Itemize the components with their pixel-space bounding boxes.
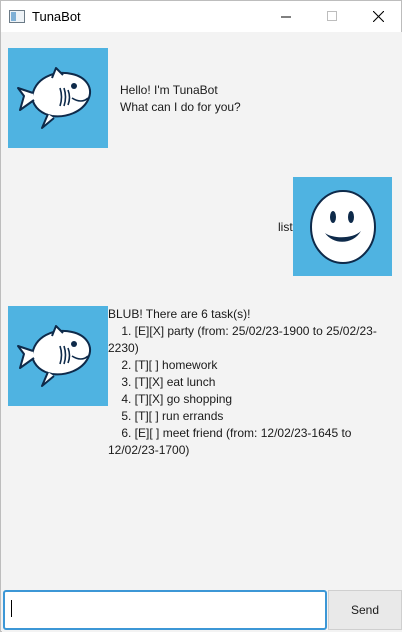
user-input[interactable] xyxy=(3,590,327,630)
minimize-button[interactable] xyxy=(263,1,309,32)
bot-avatar xyxy=(8,306,108,406)
bot-avatar xyxy=(8,48,108,148)
user-avatar xyxy=(293,177,392,276)
bot-message-text: Hello! I'm TunaBot What can I do for you… xyxy=(120,83,241,114)
bot-message-text: BLUB! There are 6 task(s)! 1. [E][X] par… xyxy=(108,307,377,457)
close-icon xyxy=(373,11,384,22)
send-button[interactable]: Send xyxy=(328,590,402,630)
maximize-button[interactable] xyxy=(309,1,355,32)
title-bar: TunaBot xyxy=(1,1,401,32)
text-caret xyxy=(11,600,12,617)
fish-icon xyxy=(17,67,91,129)
minimize-icon xyxy=(281,16,291,18)
fish-icon xyxy=(17,325,91,387)
input-bar: Send xyxy=(2,588,402,632)
dialog-container[interactable]: Hello! I'm TunaBot What can I do for you… xyxy=(2,32,402,588)
app-icon xyxy=(9,10,25,23)
window-title: TunaBot xyxy=(32,9,81,24)
smiley-face-icon xyxy=(310,190,376,264)
close-button[interactable] xyxy=(355,1,401,32)
app-window: TunaBot Hello! I'm TunaBot What can I do… xyxy=(0,0,402,632)
user-message-text: list xyxy=(278,220,293,234)
maximize-icon xyxy=(327,11,337,21)
